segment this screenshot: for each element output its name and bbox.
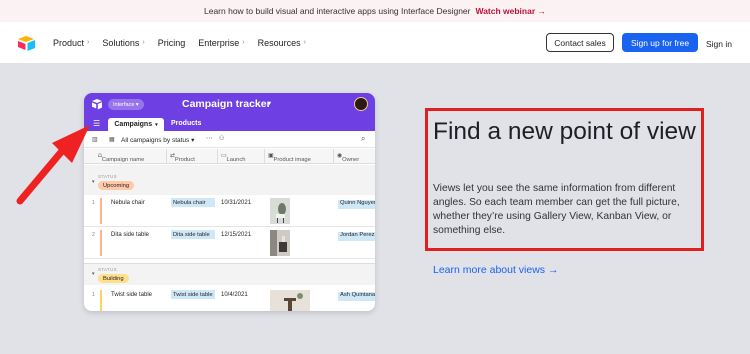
status-badge: Upcoming [98, 181, 135, 190]
table-row[interactable]: 1 Twist side table Twist side table 10/4… [84, 287, 375, 311]
table-row[interactable]: 2 Dita side table Dita side table 12/15/… [84, 227, 375, 259]
collaborators-icon[interactable]: ⚇ [219, 135, 224, 142]
avatar[interactable] [354, 97, 368, 111]
chevron-right-icon: › [303, 39, 307, 46]
column-header-product[interactable]: ⇄ Product [170, 153, 195, 163]
app-header: Interface ▾ Campaign tracker ▾ [84, 93, 375, 116]
collapse-icon[interactable]: ▾ [92, 271, 95, 277]
nav-enterprise[interactable]: Enterprise › [198, 38, 244, 48]
airtable-logo-icon[interactable] [17, 35, 37, 51]
chevron-right-icon: › [87, 39, 90, 46]
group-label: STATUS [98, 267, 117, 272]
view-selector[interactable]: All campaigns by status ▾ [121, 136, 194, 144]
announcement-banner: Learn how to build visual and interactiv… [0, 0, 750, 22]
more-options-icon[interactable]: ⋯ [206, 134, 213, 142]
group-building: STATUS ▾ Building [84, 263, 375, 285]
sign-up-button[interactable]: Sign up for free [622, 33, 698, 52]
nav-solutions[interactable]: Solutions › [102, 38, 144, 48]
column-header-owner[interactable]: ◉ Owner [337, 153, 359, 163]
chevron-right-icon: › [142, 39, 145, 46]
app-logo-icon [92, 99, 102, 110]
group-upcoming: STATUS ▾ Upcoming [84, 165, 375, 195]
chevron-down-icon: ▾ [155, 121, 158, 128]
group-label: STATUS [98, 174, 117, 179]
search-icon[interactable]: ⌕ [361, 134, 365, 144]
column-header-launch[interactable]: ▭ Launch [221, 153, 246, 163]
view-toolbar: ▥ ▦ All campaigns by status ▾ ⋯ ⚇ ⌕ [84, 131, 375, 148]
annotation-arrow [16, 125, 90, 205]
menu-icon[interactable]: ☰ [93, 119, 100, 128]
chevron-down-icon[interactable]: ▾ [268, 100, 271, 107]
tab-products[interactable]: Products [171, 120, 201, 127]
product-image [270, 290, 310, 311]
product-image [270, 198, 290, 224]
nav-pricing[interactable]: Pricing [158, 38, 186, 48]
contact-sales-button[interactable]: Contact sales [546, 33, 614, 52]
banner-text: Learn how to build visual and interactiv… [203, 6, 471, 16]
table-row[interactable]: 1 Nebula chair Nebula chair 10/31/2021 Q… [84, 195, 375, 227]
app-title: Campaign tracker [182, 98, 271, 110]
nav-resources[interactable]: Resources › [258, 38, 306, 48]
grid-view-icon: ▦ [109, 137, 115, 143]
learn-more-link[interactable]: Learn more about views → [433, 264, 558, 276]
watch-webinar-link[interactable]: Watch webinar → [475, 6, 546, 16]
feature-description: Views let you see the same information f… [433, 183, 680, 236]
tab-campaigns[interactable]: Campaigns ▾ [108, 118, 164, 131]
app-preview-card: Interface ▾ Campaign tracker ▾ ☰ Campaig… [84, 93, 375, 311]
nav-product[interactable]: Product › [53, 38, 89, 48]
interface-dropdown[interactable]: Interface ▾ [108, 99, 144, 110]
product-image [270, 230, 290, 256]
column-headers: ⩍ Campaign name ⇄ Product ▭ Launch ▣ Pro… [84, 149, 375, 164]
column-header-campaign-name[interactable]: ⩍ Campaign name [98, 153, 144, 163]
app-tabbar: ☰ Campaigns ▾ Products [84, 116, 375, 131]
top-navbar: Product › Solutions › Pricing Enterprise › … [0, 22, 750, 63]
feature-headline: Find a new point of view [433, 118, 696, 145]
chevron-right-icon: › [242, 39, 245, 46]
status-badge: Building [98, 274, 129, 283]
sign-in-link[interactable]: Sign in [706, 39, 732, 49]
nav-menu: Product › Solutions › Pricing Enterprise › … [53, 22, 319, 63]
column-header-product-image[interactable]: ▣ Product image [268, 153, 311, 163]
